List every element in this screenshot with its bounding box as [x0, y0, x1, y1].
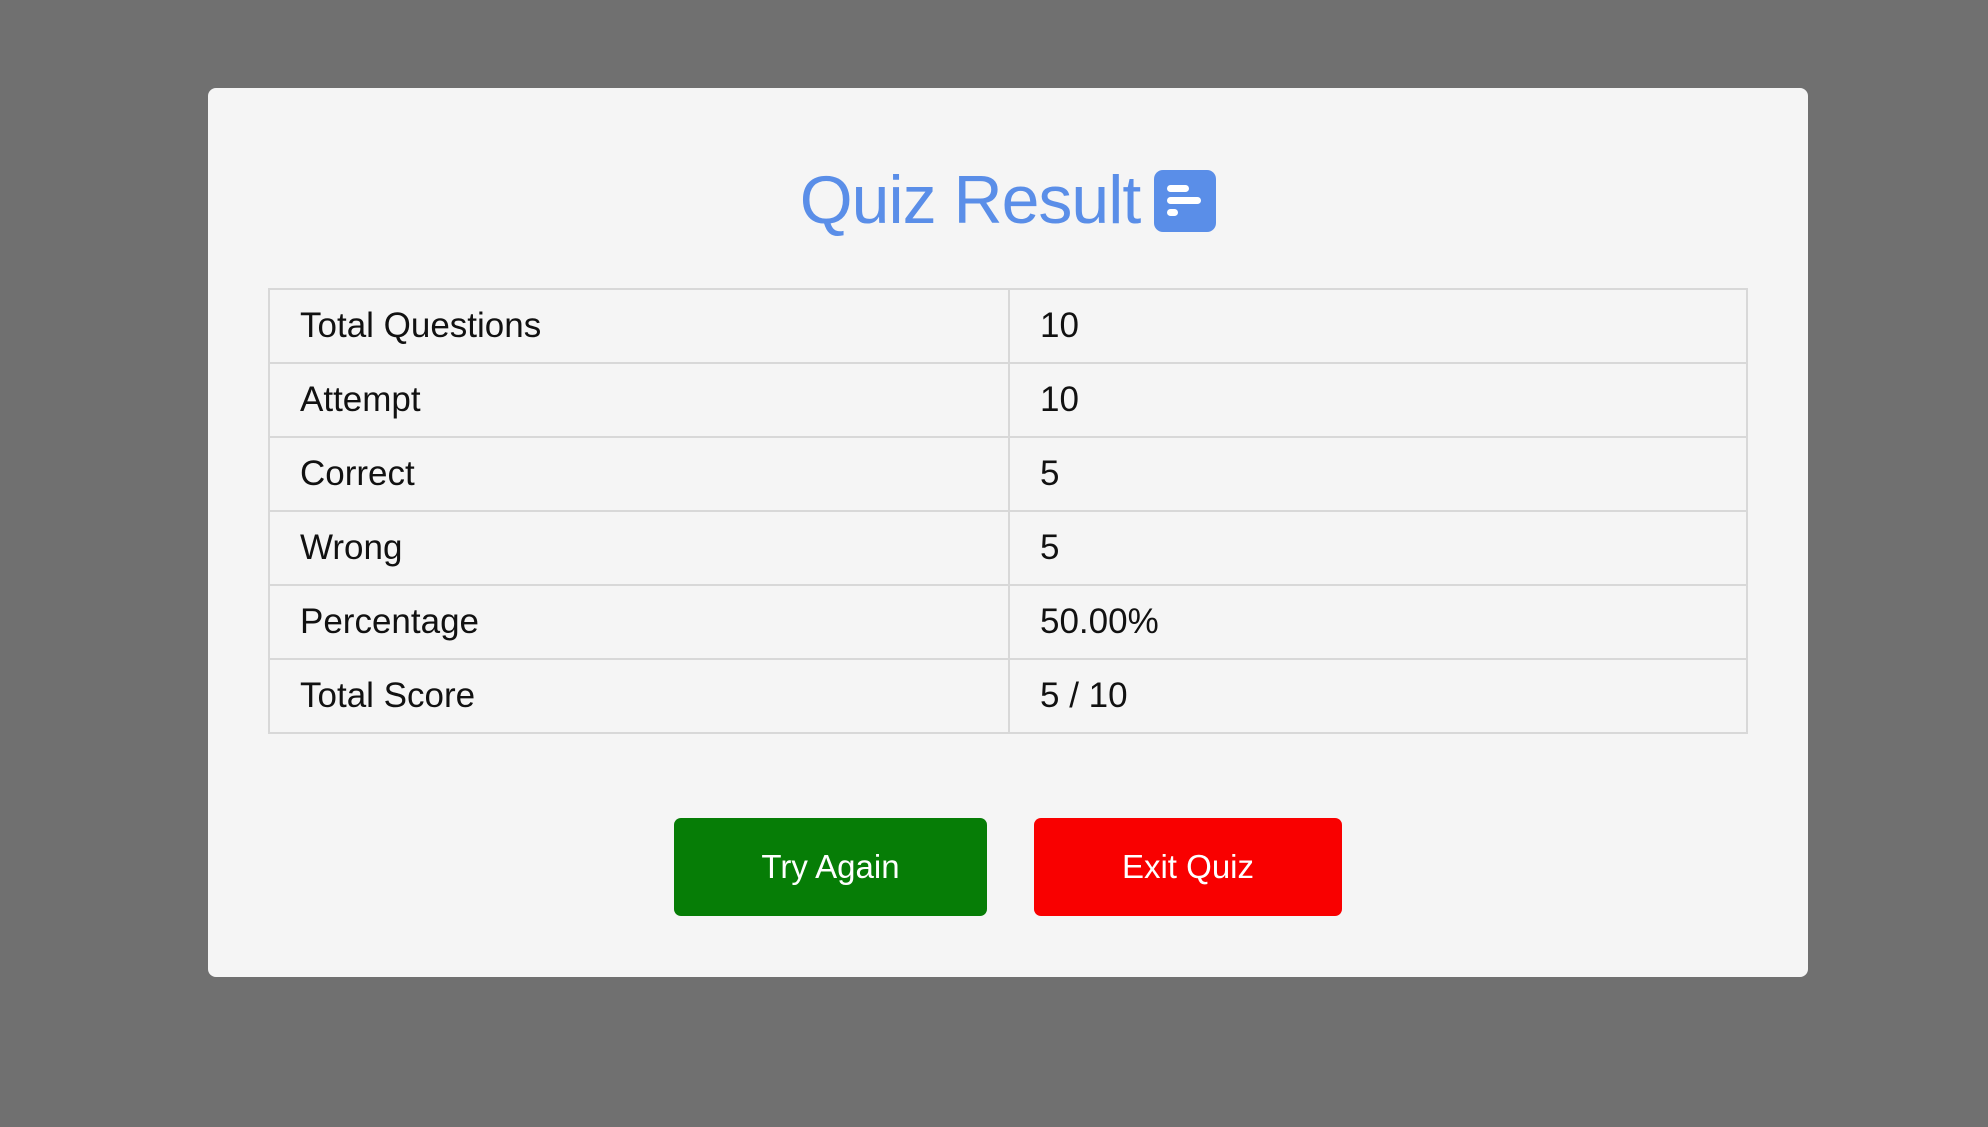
row-label: Wrong [268, 510, 1010, 586]
try-again-button[interactable]: Try Again [674, 818, 987, 916]
row-value: 10 [1008, 288, 1748, 364]
row-label: Total Score [268, 658, 1010, 734]
row-label: Percentage [268, 584, 1010, 660]
row-label: Correct [268, 436, 1010, 512]
exit-quiz-button[interactable]: Exit Quiz [1034, 818, 1342, 916]
table-row: Attempt 10 [268, 362, 1748, 438]
stats-bars-icon [1154, 170, 1217, 232]
table-row: Total Score 5 / 10 [268, 658, 1748, 734]
table-row: Percentage 50.00% [268, 584, 1748, 660]
row-value: 5 [1008, 510, 1748, 586]
result-card: Quiz Result Total Questions 10 Attempt 1… [208, 88, 1808, 977]
row-value: 5 / 10 [1008, 658, 1748, 734]
results-table: Total Questions 10 Attempt 10 Correct 5 … [268, 288, 1748, 734]
table-row: Wrong 5 [268, 510, 1748, 586]
row-value: 50.00% [1008, 584, 1748, 660]
row-value: 5 [1008, 436, 1748, 512]
row-label: Attempt [268, 362, 1010, 438]
table-row: Total Questions 10 [268, 288, 1748, 364]
row-value: 10 [1008, 362, 1748, 438]
table-row: Correct 5 [268, 436, 1748, 512]
action-buttons: Try Again Exit Quiz [208, 818, 1808, 916]
page-title: Quiz Result [799, 162, 1141, 238]
title-row: Quiz Result [208, 140, 1808, 260]
row-label: Total Questions [268, 288, 1010, 364]
